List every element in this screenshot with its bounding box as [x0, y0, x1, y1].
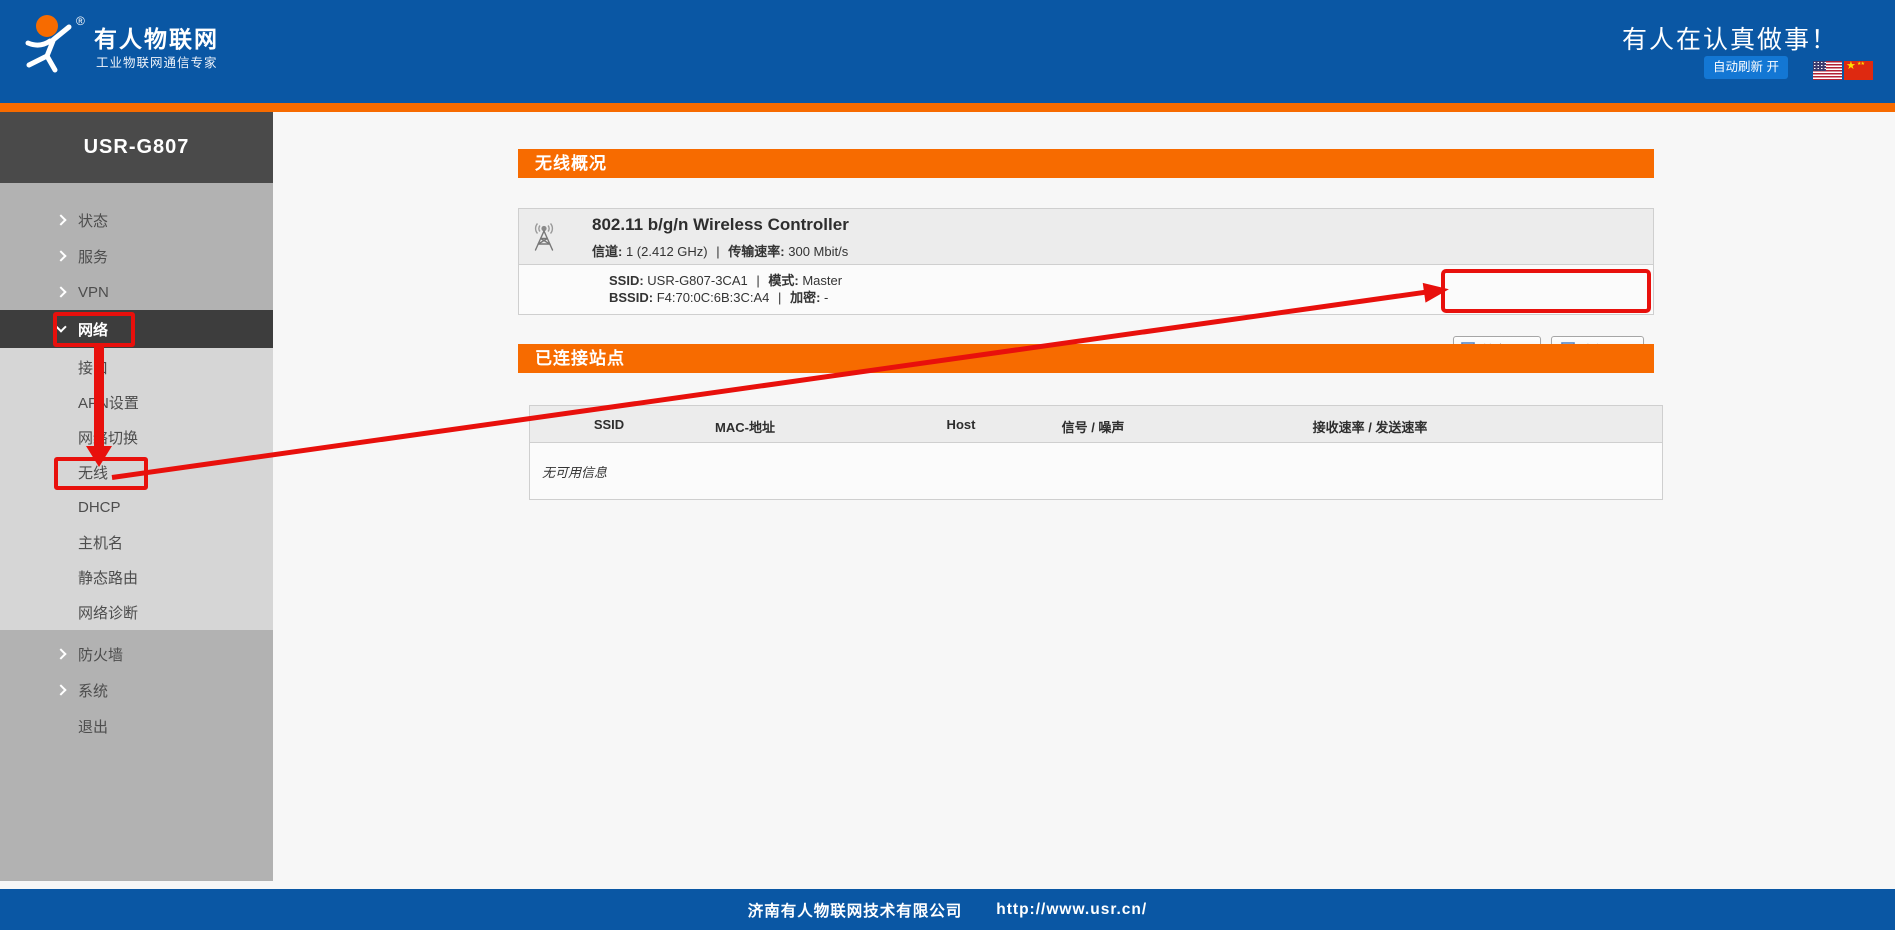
- antenna-icon: [529, 221, 559, 253]
- mode-label: 模式:: [768, 273, 798, 288]
- section-header-connected-stations: 已连接站点: [518, 344, 1654, 373]
- sidebar-item-label: 退出: [78, 716, 108, 737]
- stations-table-empty-row: 无可用信息: [530, 443, 1662, 500]
- wireless-ssid-row: SSID: USR-G807-3CA1 | 模式: Master BSSID: …: [519, 265, 1653, 315]
- us-flag-language-icon[interactable]: [1813, 61, 1842, 80]
- sidebar: USR-G807 状态服务 VPN 网络 接口 APN设置网络切换无线 DHCP 主机名…: [0, 112, 273, 881]
- sidebar-item-label: 接口: [78, 357, 108, 378]
- sidebar-menu-top: 状态服务 VPN: [0, 183, 273, 310]
- registered-trademark-icon: ®: [76, 14, 85, 28]
- chevron-right-icon: [55, 250, 66, 261]
- sidebar-item-firewall[interactable]: 防火墙: [0, 636, 273, 672]
- sidebar-item-dhcp[interactable]: DHCP: [0, 490, 273, 525]
- sidebar-item-label: 主机名: [78, 532, 123, 553]
- sidebar-item-label: DHCP: [78, 499, 121, 516]
- sidebar-item-label: 网络切换: [78, 427, 138, 448]
- sidebar-item-system[interactable]: 系统: [0, 672, 273, 708]
- sidebar-item-apn-settings[interactable]: APN设置: [0, 385, 273, 420]
- sidebar-item-hostname[interactable]: 主机名: [0, 525, 273, 560]
- sidebar-item-label: 网络诊断: [78, 602, 138, 623]
- cn-flag-language-icon[interactable]: ★ ★★: [1844, 61, 1873, 80]
- sidebar-item-label: VPN: [78, 284, 109, 301]
- chevron-down-icon: [55, 321, 66, 332]
- sidebar-item-label: 系统: [78, 680, 108, 701]
- sidebar-item-services[interactable]: 服务: [0, 238, 273, 274]
- sidebar-item-label: 静态路由: [78, 567, 138, 588]
- encryption-label: 加密:: [790, 290, 820, 305]
- sidebar-menu-bottom: 防火墙系统退出: [0, 630, 273, 744]
- ssid-value: USR-G807-3CA1: [647, 273, 747, 288]
- sidebar-item-vpn[interactable]: VPN: [0, 274, 273, 310]
- running-person-logo-icon: [14, 12, 76, 76]
- section-header-wireless-overview: 无线概况: [518, 149, 1654, 178]
- sidebar-item-label: APN设置: [78, 392, 139, 413]
- sidebar-item-interfaces[interactable]: 接口: [0, 350, 273, 385]
- sidebar-item-wireless[interactable]: 无线: [0, 455, 273, 490]
- wireless-channel-rate-line: 信道: 1 (2.412 GHz) | 传输速率: 300 Mbit/s: [592, 241, 848, 260]
- bssid-line: BSSID: F4:70:0C:6B:3C:A4 | 加密: -: [609, 289, 842, 306]
- sidebar-item-static-routes[interactable]: 静态路由: [0, 560, 273, 595]
- footer-bar: 济南有人物联网技术有限公司 http://www.usr.cn/: [0, 889, 1895, 930]
- brand-title: 有人物联网: [94, 20, 219, 54]
- wireless-overview-panel: 802.11 b/g/n Wireless Controller 信道: 1 (…: [518, 208, 1654, 315]
- device-title: USR-G807: [0, 112, 273, 183]
- column-header: SSID: [594, 417, 624, 432]
- column-header: Host: [947, 417, 976, 432]
- sidebar-item-label: 无线: [78, 462, 108, 483]
- column-header: 接收速率 / 发送速率: [1313, 417, 1428, 436]
- wireless-controller-title: 802.11 b/g/n Wireless Controller: [592, 215, 849, 235]
- separator: |: [756, 273, 759, 288]
- sidebar-item-network-switch[interactable]: 网络切换: [0, 420, 273, 455]
- rate-value: 300 Mbit/s: [788, 244, 848, 259]
- sidebar-item-network-diagnostics[interactable]: 网络诊断: [0, 595, 273, 630]
- small-stars-icon: ★★: [1857, 61, 1864, 67]
- ssid-line: SSID: USR-G807-3CA1 | 模式: Master: [609, 272, 842, 289]
- chevron-right-icon: [55, 214, 66, 225]
- header-slogan: 有人在认真做事！: [1622, 20, 1838, 56]
- chevron-right-icon: [55, 286, 66, 297]
- channel-label: 信道:: [592, 244, 622, 259]
- sidebar-item-label: 状态: [78, 210, 108, 231]
- sidebar-item-status[interactable]: 状态: [0, 202, 273, 238]
- top-header-bar: ® 有人物联网 工业物联网通信专家 有人在认真做事！ 自动刷新 开 ★ ★★: [0, 0, 1895, 103]
- rate-label: 传输速率:: [728, 244, 784, 259]
- bssid-value: F4:70:0C:6B:3C:A4: [657, 290, 770, 305]
- chevron-right-icon: [55, 648, 66, 659]
- brand-subtitle: 工业物联网通信专家: [96, 52, 218, 71]
- chevron-right-icon: [55, 684, 66, 695]
- ssid-label: SSID:: [609, 273, 644, 288]
- header-accent-stripe: [0, 103, 1895, 112]
- sidebar-item-label: 防火墙: [78, 644, 123, 665]
- bssid-label: BSSID:: [609, 290, 653, 305]
- channel-value: 1 (2.412 GHz): [626, 244, 708, 259]
- footer-url-link[interactable]: http://www.usr.cn/: [996, 901, 1147, 919]
- sidebar-item-logout[interactable]: 退出: [0, 708, 273, 744]
- separator: |: [716, 244, 719, 259]
- sidebar-item-label: 网络: [78, 319, 108, 340]
- auto-refresh-toggle[interactable]: 自动刷新 开: [1704, 56, 1788, 79]
- star-icon: ★: [1846, 61, 1856, 73]
- stations-table-header: SSID MAC-地址 Host 信号 / 噪声 接收速率 / 发送速率: [530, 406, 1662, 443]
- column-header: 信号 / 噪声: [1062, 417, 1125, 436]
- brand-logo: ®: [14, 12, 96, 92]
- wireless-controller-header-row: 802.11 b/g/n Wireless Controller 信道: 1 (…: [519, 209, 1653, 265]
- sidebar-item-network[interactable]: 网络: [0, 310, 273, 348]
- mode-value: Master: [802, 273, 842, 288]
- column-header: MAC-地址: [715, 417, 775, 436]
- connected-stations-table: SSID MAC-地址 Host 信号 / 噪声 接收速率 / 发送速率 无可用信息: [529, 405, 1663, 500]
- encryption-value: -: [824, 290, 828, 305]
- sidebar-item-label: 服务: [78, 246, 108, 267]
- footer-company: 济南有人物联网技术有限公司: [748, 899, 963, 921]
- sidebar-submenu: 接口 APN设置网络切换无线 DHCP 主机名静态路由网络诊断: [0, 348, 273, 630]
- separator: |: [778, 290, 781, 305]
